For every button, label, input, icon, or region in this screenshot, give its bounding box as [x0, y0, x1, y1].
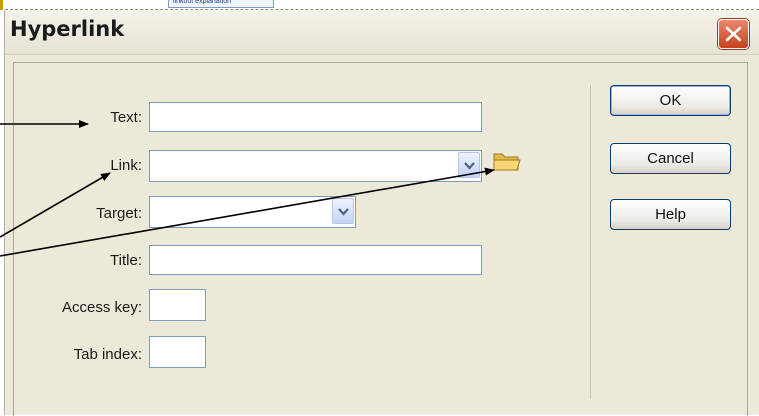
target-dropdown-button[interactable]	[332, 198, 354, 224]
background-tooltip: linkout explanation	[168, 0, 274, 8]
title-label: Title:	[110, 252, 142, 269]
access-key-input[interactable]	[149, 289, 206, 321]
close-x-icon	[725, 26, 742, 42]
help-button[interactable]: Help	[610, 199, 731, 230]
target-combobox[interactable]	[149, 196, 356, 228]
dialog-titlebar[interactable]: Hyperlink	[5, 10, 759, 55]
access-key-label: Access key:	[61, 299, 142, 316]
folder-icon	[493, 153, 521, 171]
background-window-strip: linkout explanation	[0, 0, 759, 10]
text-input[interactable]	[149, 102, 482, 132]
tab-index-input[interactable]	[149, 336, 206, 368]
background-window-edge	[0, 0, 3, 10]
close-button[interactable]	[718, 19, 749, 49]
cancel-button[interactable]: Cancel	[610, 143, 731, 174]
hyperlink-dialog: Hyperlink Text: Link: Target: Title: Acc…	[4, 10, 759, 416]
chevron-down-icon	[464, 162, 475, 170]
dialog-content-panel: Text: Link: Target: Title: Access key: T…	[13, 62, 748, 416]
browse-folder-button[interactable]	[492, 149, 522, 173]
link-dropdown-button[interactable]	[458, 152, 480, 178]
text-label: Text:	[110, 109, 142, 126]
ok-button[interactable]: OK	[610, 85, 731, 116]
target-label: Target:	[96, 205, 142, 222]
tab-index-label: Tab index:	[73, 346, 142, 363]
link-label: Link:	[110, 157, 142, 174]
vertical-divider	[590, 85, 591, 399]
dialog-title: Hyperlink	[10, 17, 125, 41]
title-input[interactable]	[149, 245, 482, 275]
link-combobox[interactable]	[149, 150, 482, 182]
chevron-down-icon	[338, 208, 349, 216]
